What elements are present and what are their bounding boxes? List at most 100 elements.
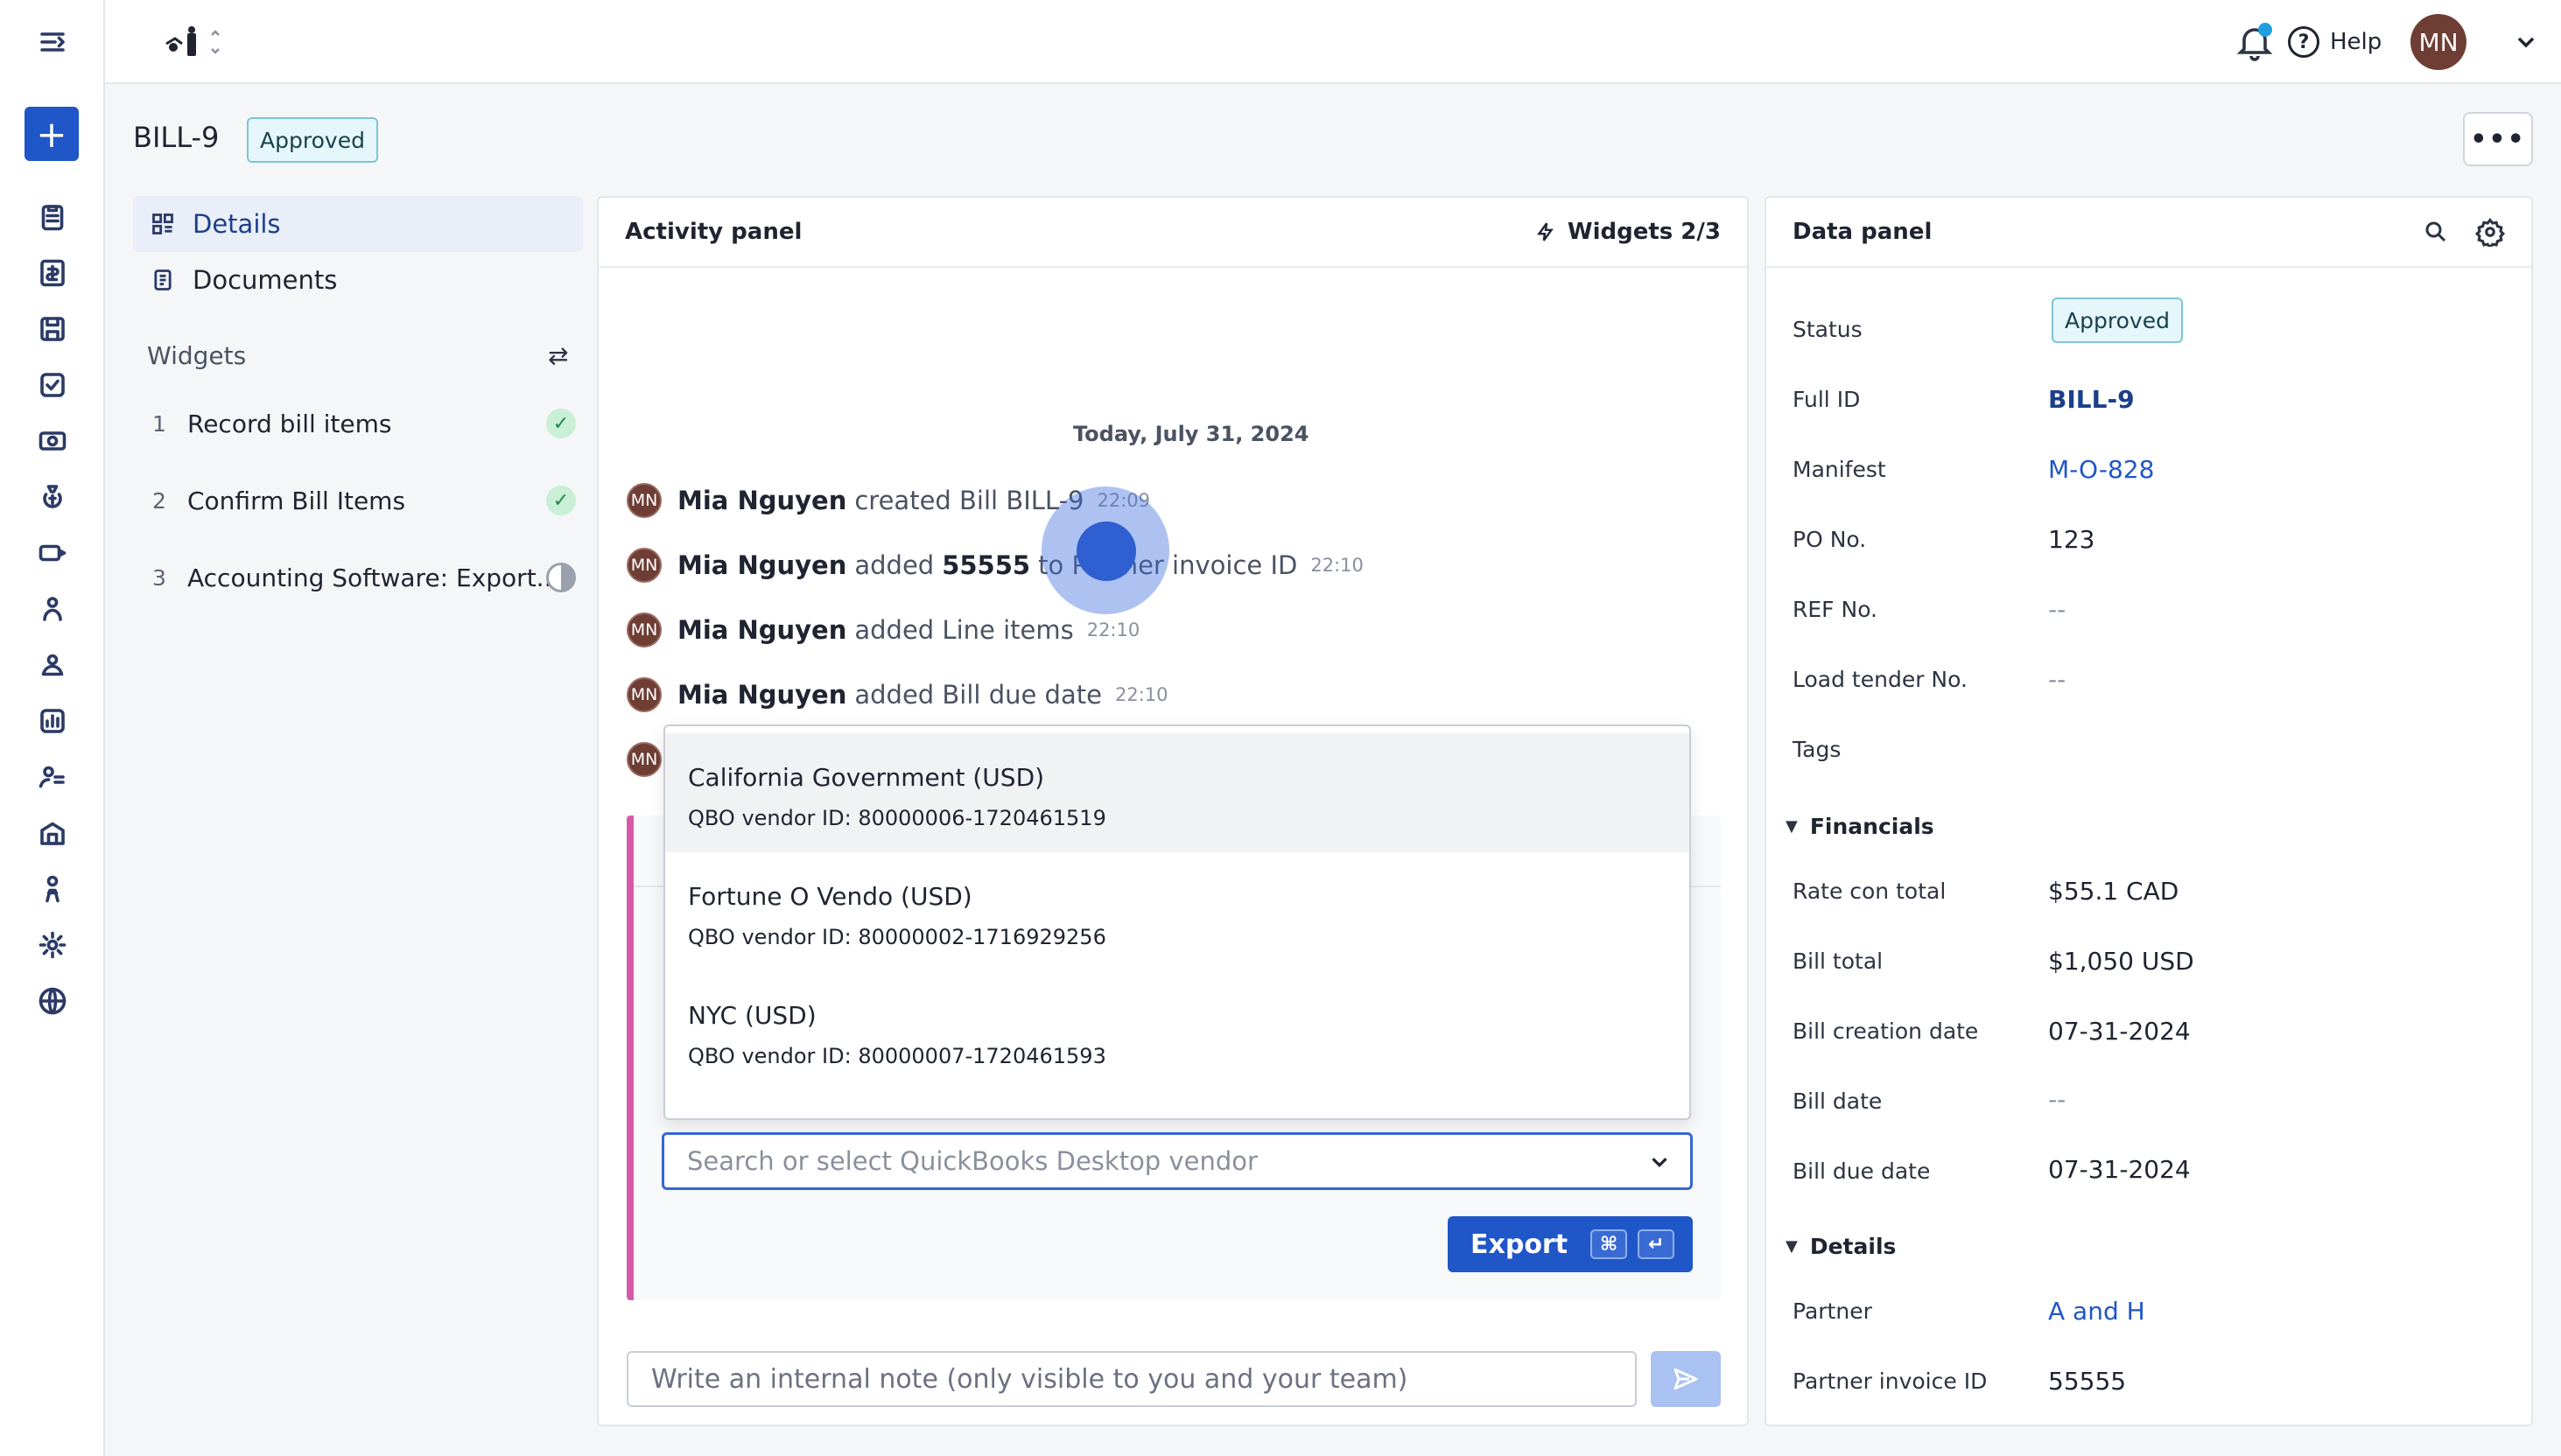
bill-creation-date-value: 07-31-2024 — [2048, 1017, 2191, 1046]
activity-entry: MN Mia Nguyen added Line items 22:10 — [627, 611, 1140, 649]
more-options-button[interactable]: ••• — [2463, 112, 2533, 166]
bill-total-value: $1,050 USD — [2048, 947, 2194, 976]
activity-entry: MN Mia Nguyen added 55555 to Partner inv… — [627, 546, 1364, 584]
in-progress-icon — [546, 563, 576, 592]
widget-label: Accounting Software: Export... — [187, 563, 560, 592]
avatar: MN — [627, 483, 662, 518]
settings-gear-icon[interactable] — [2475, 217, 2505, 247]
top-bar: ? Help MN — [105, 0, 2561, 84]
financials-section-toggle[interactable]: ▼ Financials — [1786, 814, 1934, 839]
tab-details[interactable]: Details — [133, 196, 583, 252]
partner-link[interactable]: A and H — [2048, 1297, 2145, 1326]
field-label: PO No. — [1793, 527, 1867, 552]
po-value: 123 — [2048, 525, 2095, 554]
widget-item[interactable]: 1 Record bill items ✓ — [147, 397, 585, 450]
activity-panel-title: Activity panel — [625, 219, 803, 245]
activity-entry: MN Mia Nguyen added Bill due date 22:10 — [627, 676, 1168, 714]
vendor-option[interactable]: Fortune O Vendo (USD) QBO vendor ID: 800… — [665, 852, 1689, 971]
send-note-button[interactable] — [1651, 1351, 1721, 1407]
money-transfer-icon[interactable] — [33, 534, 72, 572]
widget-item[interactable]: 3 Accounting Software: Export... — [147, 551, 585, 604]
field-label: Partner — [1793, 1298, 1872, 1324]
data-panel-title: Data panel — [1793, 219, 1933, 245]
swap-arrows-icon[interactable]: ⇄ — [548, 341, 568, 370]
full-id-value: BILL-9 — [2048, 385, 2135, 414]
left-rail: + — [0, 0, 105, 1456]
widgets-counter-button[interactable]: Widgets 2/3 — [1534, 219, 1721, 245]
internal-note-input[interactable]: Write an internal note (only visible to … — [627, 1351, 1637, 1407]
driver-icon[interactable] — [33, 590, 72, 628]
avatar: MN — [627, 548, 662, 583]
contacts-icon[interactable] — [33, 646, 72, 684]
field-label: Tags — [1793, 737, 1842, 762]
widget-label: Record bill items — [187, 409, 392, 438]
command-key-icon: ⌘ — [1590, 1229, 1628, 1259]
save-disk-icon[interactable] — [33, 310, 72, 348]
date-divider: Today, July 31, 2024 — [1073, 422, 1309, 446]
warehouse-icon[interactable] — [33, 814, 72, 852]
notification-bell-icon[interactable] — [2234, 21, 2276, 63]
field-label: Partner invoice ID — [1793, 1368, 1988, 1394]
caret-down-icon: ▼ — [1786, 1237, 1798, 1256]
details-grid-icon — [152, 214, 173, 234]
avatar: MN — [627, 612, 662, 648]
user-menu-chevron-down-icon[interactable] — [2512, 28, 2540, 56]
tab-documents-label: Documents — [193, 265, 338, 295]
menu-collapse-icon[interactable] — [33, 23, 72, 61]
bill-date-value: -- — [2048, 1085, 2066, 1114]
company-logo-icon[interactable] — [161, 24, 222, 60]
status-badge: Approved — [2052, 298, 2183, 343]
bill-due-date-value: 07-31-2024 — [2048, 1155, 2191, 1184]
vendor-option[interactable]: NYC (USD) QBO vendor ID: 80000007-172046… — [665, 971, 1689, 1090]
load-tender-value: -- — [2048, 665, 2066, 694]
vendor-option[interactable]: California Government (USD) QBO vendor I… — [665, 733, 1689, 852]
widget-label: Confirm Bill Items — [187, 486, 406, 515]
carrier-icon[interactable] — [33, 870, 72, 908]
field-label: Full ID — [1793, 387, 1861, 412]
widgets-heading: Widgets — [147, 341, 247, 370]
settings-gear-icon[interactable] — [33, 926, 72, 964]
field-label: Bill due date — [1793, 1158, 1931, 1184]
chevron-down-icon — [1652, 1158, 1667, 1168]
payments-icon[interactable] — [33, 422, 72, 460]
clipboard-icon[interactable] — [33, 198, 72, 236]
document-icon — [154, 270, 172, 290]
vendor-select-input[interactable]: Search or select QuickBooks Desktop vend… — [662, 1132, 1693, 1190]
manifest-link[interactable]: M-O-828 — [2048, 455, 2154, 484]
click-indicator-dot — [1077, 522, 1136, 581]
tab-documents[interactable]: Documents — [133, 252, 583, 308]
help-button[interactable]: ? Help — [2288, 24, 2382, 60]
reports-icon[interactable] — [33, 702, 72, 740]
field-label: Status — [1793, 317, 1863, 342]
widget-item[interactable]: 2 Confirm Bill Items ✓ — [147, 474, 585, 527]
invoice-icon[interactable] — [33, 254, 72, 292]
avatar: MN — [627, 742, 662, 777]
check-done-icon: ✓ — [546, 409, 576, 438]
enter-key-icon: ↵ — [1638, 1229, 1675, 1259]
field-label: Bill creation date — [1793, 1018, 1979, 1044]
team-icon[interactable] — [33, 758, 72, 796]
check-done-icon: ✓ — [546, 486, 576, 515]
rate-con-value: $55.1 CAD — [2048, 877, 2179, 906]
details-section-toggle[interactable]: ▼ Details — [1786, 1234, 1896, 1259]
money-bag-icon[interactable] — [33, 478, 72, 516]
caret-down-icon: ▼ — [1786, 817, 1798, 836]
field-label: REF No. — [1793, 597, 1877, 622]
task-check-icon[interactable] — [33, 366, 72, 404]
avatar: MN — [627, 677, 662, 712]
user-avatar[interactable]: MN — [2410, 14, 2466, 70]
field-label: Bill total — [1793, 948, 1884, 974]
status-badge: Approved — [247, 117, 378, 163]
page-title: BILL-9 — [133, 121, 220, 154]
help-circle-icon: ? — [2288, 26, 2319, 58]
partner-invoice-id-value: 55555 — [2048, 1367, 2127, 1396]
export-button[interactable]: Export ⌘ ↵ — [1448, 1216, 1693, 1272]
field-label: Manifest — [1793, 457, 1886, 482]
tab-details-label: Details — [193, 209, 281, 239]
vendor-dropdown: California Government (USD) QBO vendor I… — [663, 724, 1691, 1120]
globe-icon[interactable] — [33, 982, 72, 1020]
search-icon[interactable] — [2423, 219, 2449, 245]
send-arrow-icon — [1673, 1368, 1698, 1390]
field-label: Rate con total — [1793, 878, 1947, 904]
create-new-button[interactable]: + — [25, 107, 79, 161]
